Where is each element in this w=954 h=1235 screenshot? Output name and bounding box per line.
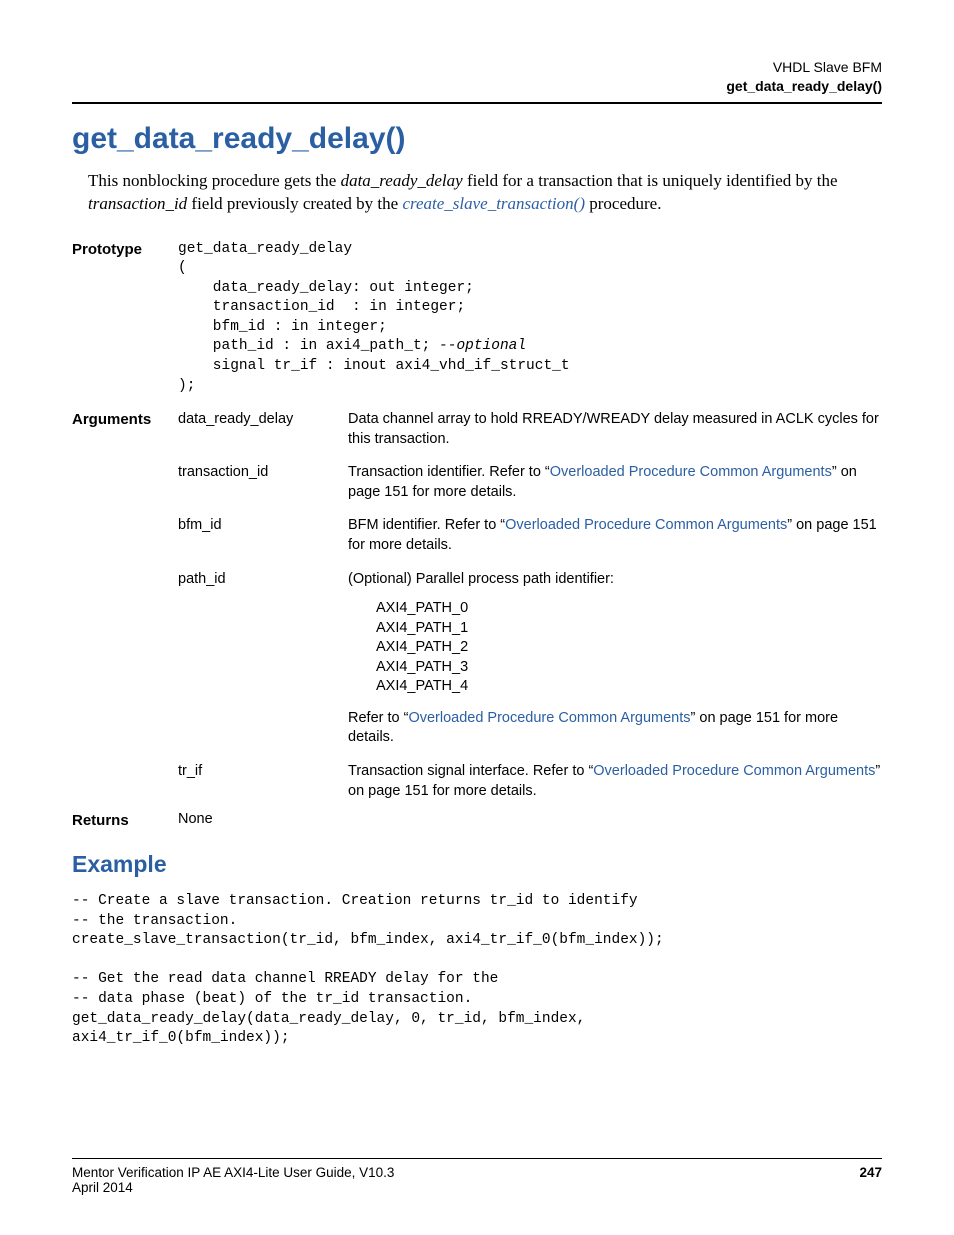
example-code: -- Create a slave transaction. Creation … — [72, 892, 882, 1049]
page-title: get_data_ready_delay() — [72, 122, 882, 156]
code-line: path_id : in axi4_path_t; — [178, 338, 439, 354]
arg-text: (Optional) Parallel process path identif… — [348, 570, 882, 590]
argument-row: tr_if Transaction signal interface. Refe… — [178, 762, 882, 801]
code-line: -- data phase (beat) of the tr_id transa… — [72, 991, 472, 1007]
code-line: ( — [178, 260, 187, 276]
arg-text: BFM identifier. Refer to “ — [348, 517, 505, 533]
footer-date: April 2014 — [72, 1180, 882, 1195]
prototype-section: Prototype get_data_ready_delay ( data_re… — [72, 240, 882, 397]
header-line2: get_data_ready_delay() — [72, 77, 882, 96]
argument-row: bfm_id BFM identifier. Refer to “Overloa… — [178, 516, 882, 555]
intro-text: This nonblocking procedure gets the — [88, 171, 341, 190]
argument-desc: Transaction signal interface. Refer to “… — [348, 762, 882, 801]
footer-row: Mentor Verification IP AE AXI4-Lite User… — [72, 1165, 882, 1180]
path-id-value: AXI4_PATH_0 — [376, 599, 882, 619]
argument-row: data_ready_delay Data channel array to h… — [178, 410, 882, 449]
arg-text: Transaction signal interface. Refer to “ — [348, 763, 593, 779]
argument-name: transaction_id — [178, 463, 348, 483]
code-line: axi4_tr_if_0(bfm_index)); — [72, 1030, 290, 1046]
arguments-body: data_ready_delay Data channel array to h… — [178, 410, 882, 811]
arg-text: Refer to “Overloaded Procedure Common Ar… — [348, 709, 882, 748]
intro-text: procedure. — [585, 194, 661, 213]
argument-name: path_id — [178, 570, 348, 590]
header-line1: VHDL Slave BFM — [72, 58, 882, 77]
intro-text: field previously created by the — [187, 194, 402, 213]
intro-em1: data_ready_delay — [341, 171, 463, 190]
arg-link[interactable]: Overloaded Procedure Common Arguments — [408, 710, 690, 726]
returns-value: None — [178, 811, 882, 827]
intro-paragraph: This nonblocking procedure gets the data… — [72, 170, 882, 216]
code-line: bfm_id : in integer; — [178, 319, 387, 335]
arg-link[interactable]: Overloaded Procedure Common Arguments — [593, 763, 875, 779]
code-line: transaction_id : in integer; — [178, 299, 465, 315]
argument-name: tr_if — [178, 762, 348, 782]
prototype-label: Prototype — [72, 240, 178, 258]
footer-rule — [72, 1158, 882, 1159]
example-heading: Example — [72, 851, 882, 878]
arg-link[interactable]: Overloaded Procedure Common Arguments — [505, 517, 787, 533]
footer-page: 247 — [859, 1165, 882, 1180]
code-line: get_data_ready_delay — [178, 241, 352, 257]
code-line: -- Get the read data channel RREADY dela… — [72, 971, 498, 987]
arg-link[interactable]: Overloaded Procedure Common Arguments — [550, 464, 832, 480]
argument-desc: Transaction identifier. Refer to “Overlo… — [348, 463, 882, 502]
code-comment: --optional — [439, 338, 526, 354]
argument-row: transaction_id Transaction identifier. R… — [178, 463, 882, 502]
code-line: data_ready_delay: out integer; — [178, 280, 474, 296]
code-line: create_slave_transaction(tr_id, bfm_inde… — [72, 932, 664, 948]
argument-name: data_ready_delay — [178, 410, 348, 430]
intro-link[interactable]: create_slave_transaction() — [402, 194, 585, 213]
path-id-value: AXI4_PATH_3 — [376, 658, 882, 678]
returns-section: Returns None — [72, 811, 882, 829]
path-id-list: AXI4_PATH_0 AXI4_PATH_1 AXI4_PATH_2 AXI4… — [348, 599, 882, 697]
code-line: get_data_ready_delay(data_ready_delay, 0… — [72, 1011, 585, 1027]
code-line: signal tr_if : inout axi4_vhd_if_struct_… — [178, 358, 570, 374]
argument-desc: Data channel array to hold RREADY/WREADY… — [348, 410, 882, 449]
header-rule — [72, 102, 882, 104]
argument-row: path_id (Optional) Parallel process path… — [178, 570, 882, 749]
intro-em2: transaction_id — [88, 194, 187, 213]
argument-desc: (Optional) Parallel process path identif… — [348, 570, 882, 749]
argument-desc: BFM identifier. Refer to “Overloaded Pro… — [348, 516, 882, 555]
code-line: ); — [178, 378, 195, 394]
arguments-label: Arguments — [72, 410, 178, 428]
intro-text: field for a transaction that is uniquely… — [463, 171, 838, 190]
path-id-value: AXI4_PATH_4 — [376, 677, 882, 697]
arg-text: Refer to “ — [348, 710, 408, 726]
code-line: -- Create a slave transaction. Creation … — [72, 893, 638, 909]
path-id-value: AXI4_PATH_1 — [376, 619, 882, 639]
prototype-code: get_data_ready_delay ( data_ready_delay:… — [178, 240, 882, 397]
path-id-value: AXI4_PATH_2 — [376, 638, 882, 658]
page-header: VHDL Slave BFM get_data_ready_delay() — [72, 58, 882, 96]
arguments-section: Arguments data_ready_delay Data channel … — [72, 410, 882, 811]
footer-left: Mentor Verification IP AE AXI4-Lite User… — [72, 1165, 394, 1180]
argument-name: bfm_id — [178, 516, 348, 536]
arg-text: Transaction identifier. Refer to “ — [348, 464, 550, 480]
page: VHDL Slave BFM get_data_ready_delay() ge… — [0, 0, 954, 1235]
page-footer: Mentor Verification IP AE AXI4-Lite User… — [72, 1158, 882, 1195]
code-line: -- the transaction. — [72, 913, 237, 929]
returns-label: Returns — [72, 811, 178, 829]
